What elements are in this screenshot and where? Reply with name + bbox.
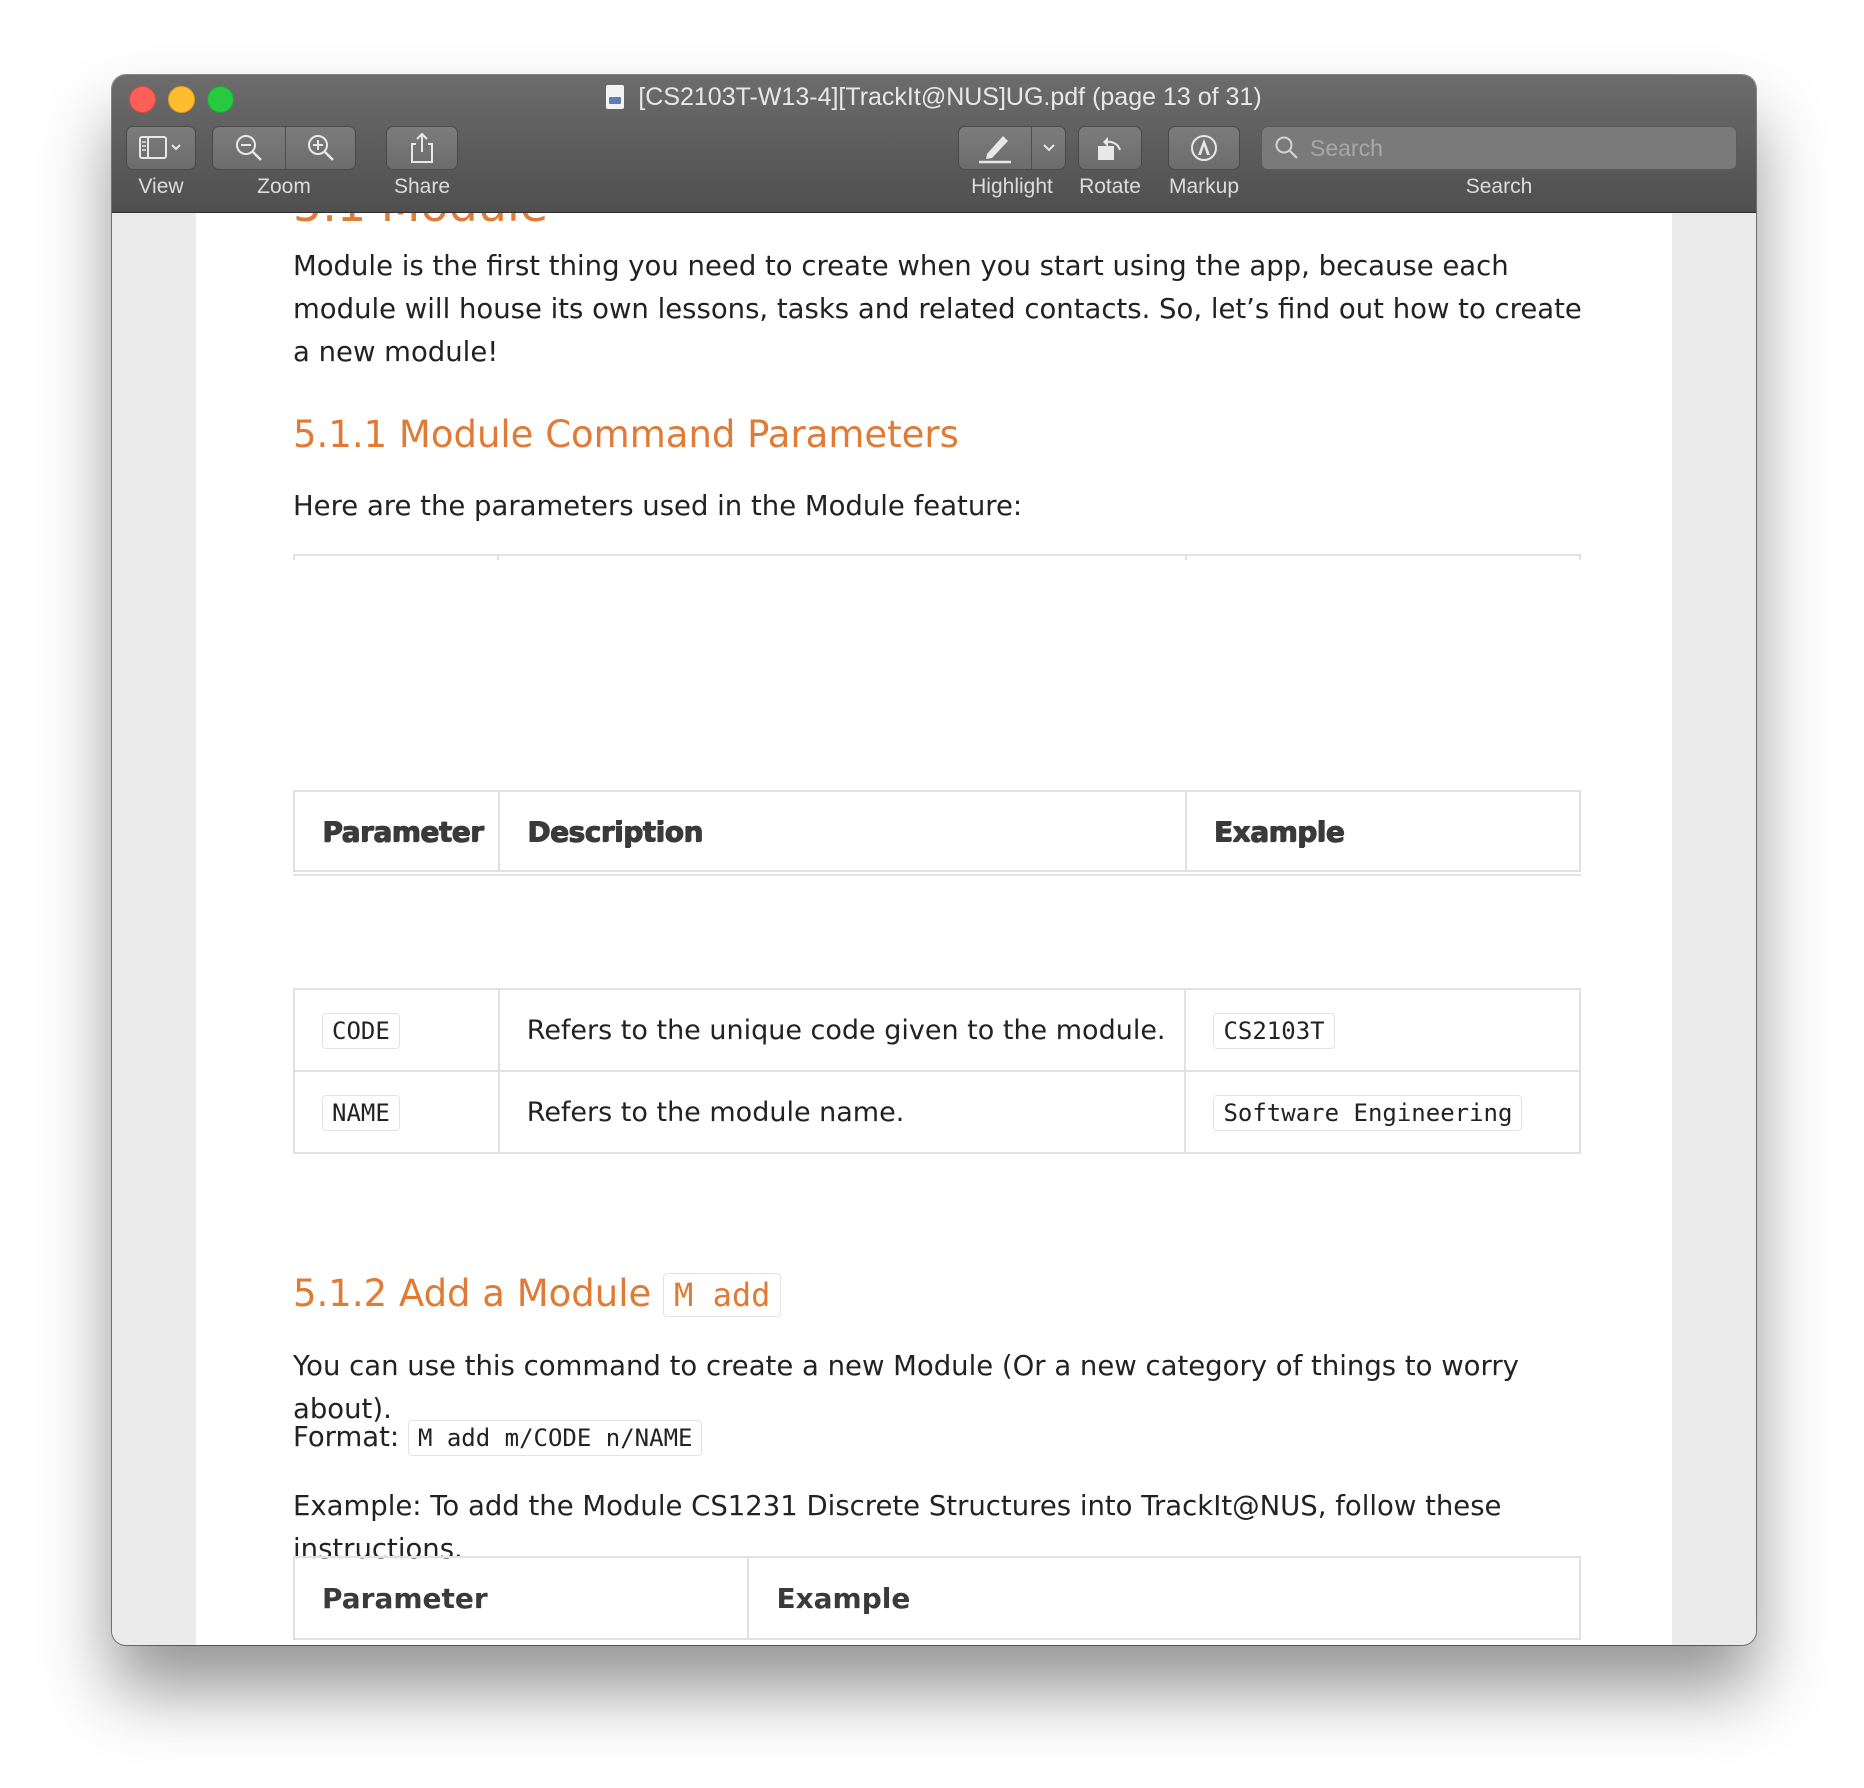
- markup-label: Markup: [1168, 175, 1240, 198]
- share-button[interactable]: [386, 126, 458, 170]
- param-code: NAME: [322, 1094, 400, 1131]
- table-row: NAME Refers to the module name. Software…: [293, 1070, 1581, 1154]
- preview-window: [CS2103T-W13-4][TrackIt@NUS]UG.pdf (page…: [112, 75, 1756, 1645]
- table-header-row: Parameter Example: [292, 1556, 1581, 1640]
- example-table: Parameter Example: [292, 1556, 1581, 1640]
- description-cell: Refers to the module name.: [497, 1070, 1187, 1154]
- search-placeholder: Search: [1310, 134, 1383, 161]
- table-top-border: [293, 554, 1581, 560]
- zoom-in-icon: [308, 135, 334, 161]
- toolbar: [CS2103T-W13-4][TrackIt@NUS]UG.pdf (page…: [112, 75, 1756, 213]
- header-example: Example: [1184, 790, 1582, 872]
- zoom-out-icon: [236, 135, 262, 161]
- document-view[interactable]: 5.1 Module Module is the first thing you…: [112, 213, 1756, 1645]
- pdf-page: 5.1 Module Module is the first thing you…: [196, 213, 1672, 796]
- markup-icon: [1191, 135, 1217, 161]
- zoom-label: Zoom: [257, 175, 311, 198]
- params-heading: 5.1.1 Module Command Parameters: [293, 413, 959, 456]
- table-header-underline: [293, 870, 1581, 876]
- zoom-control: [212, 126, 356, 170]
- highlight-button[interactable]: [959, 127, 1031, 169]
- rotate-label: Rotate: [1079, 175, 1141, 198]
- params-table: CODE Refers to the unique code given to …: [293, 988, 1581, 1154]
- section-heading: 5.1 Module: [293, 213, 548, 233]
- rotate-icon: [1098, 137, 1121, 160]
- chevron-down-icon: [171, 144, 181, 151]
- param-code: CODE: [322, 1012, 400, 1049]
- view-label: View: [138, 175, 184, 198]
- markup-button[interactable]: [1168, 126, 1240, 170]
- window-title: [CS2103T-W13-4][TrackIt@NUS]UG.pdf (page…: [112, 83, 1756, 112]
- highlight-options-button[interactable]: [1031, 127, 1067, 169]
- example-cell: Software Engineering: [1184, 1070, 1581, 1154]
- example-code: Software Engineering: [1213, 1094, 1523, 1131]
- zoom-out-button[interactable]: [213, 127, 285, 169]
- table-header-row: Parameter Description Example: [293, 790, 1582, 872]
- pdf-document-icon: [606, 85, 625, 109]
- format-line: Format: M add m/CODE n/NAME: [293, 1416, 1583, 1460]
- table-row: CODE Refers to the unique code given to …: [293, 988, 1581, 1072]
- search-input[interactable]: Search: [1261, 126, 1737, 170]
- example-code: CS2103T: [1213, 1012, 1335, 1049]
- chevron-down-icon: [1043, 144, 1055, 152]
- search-icon: [1275, 136, 1298, 159]
- sidebar-icon: [139, 136, 181, 159]
- intro-paragraph: Module is the first thing you need to cr…: [293, 250, 1582, 368]
- zoom-in-button[interactable]: [285, 127, 357, 169]
- header-parameter: Parameter: [292, 1556, 750, 1640]
- header-description: Description: [497, 790, 1187, 872]
- rotate-button[interactable]: [1078, 126, 1142, 170]
- header-example: Example: [747, 1556, 1581, 1640]
- header-parameter: Parameter: [293, 790, 500, 872]
- highlight-control: [958, 126, 1066, 170]
- share-icon: [411, 132, 433, 163]
- description-cell: Refers to the unique code given to the m…: [497, 988, 1187, 1072]
- format-code: M add m/CODE n/NAME: [407, 1420, 703, 1456]
- share-label: Share: [393, 175, 451, 198]
- param-cell: CODE: [293, 988, 500, 1072]
- param-cell: NAME: [293, 1070, 500, 1154]
- params-table-header: Parameter Description Example: [293, 790, 1582, 872]
- highlighter-icon: [979, 136, 1011, 164]
- pdf-page: Parameter Description Example CODE Refer…: [196, 720, 1672, 1645]
- add-module-heading: 5.1.2 Add a Module M add: [293, 1266, 782, 1323]
- highlight-label: Highlight: [971, 175, 1053, 198]
- example-cell: CS2103T: [1184, 988, 1581, 1072]
- search-label: Search: [1465, 175, 1533, 198]
- view-button[interactable]: [126, 126, 196, 170]
- params-intro: Here are the parameters used in the Modu…: [293, 490, 1023, 522]
- add-command-code: M add: [663, 1273, 782, 1317]
